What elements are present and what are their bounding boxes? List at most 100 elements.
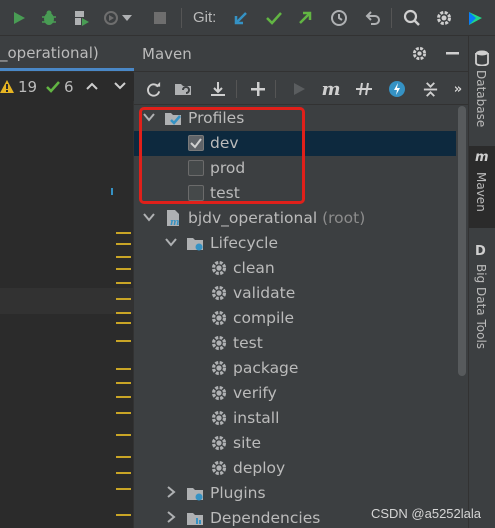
change-marker [116,340,131,342]
change-marker [116,232,131,234]
right-tool-stripe: Database m Maven D Big Data Tools [468,36,495,528]
project-suffix: (root) [322,209,366,227]
lifecycle-goal[interactable]: package [134,356,456,381]
maven-icon: m [475,150,489,165]
change-marker [116,488,131,490]
gear-icon [211,410,227,426]
lifecycle-goal[interactable]: verify [134,381,456,406]
change-marker [116,472,131,474]
caret-marker [111,188,113,195]
change-marker [116,412,131,414]
change-marker [116,322,131,324]
change-marker [116,282,131,284]
goal-label: clean [233,259,275,277]
run-icon[interactable] [8,7,30,29]
tree-node-label: Lifecycle [210,234,278,252]
chevron-down-icon[interactable] [164,235,178,249]
lifecycle-goal[interactable]: compile [134,306,456,331]
reload-icon[interactable] [142,78,164,100]
settings-gear-icon[interactable] [411,45,428,62]
big-data-tools-icon: D [475,244,486,259]
git-update-icon[interactable] [230,7,252,29]
editor-tab-label: _operational) [0,44,99,62]
tree-scrollbar[interactable] [458,106,466,376]
execute-goal-icon[interactable]: m [320,78,342,100]
lifecycle-goal[interactable]: clean [134,256,456,281]
current-line-highlight [0,288,134,314]
add-icon[interactable] [247,78,269,100]
skip-tests-icon[interactable] [386,78,408,100]
dependencies-folder-icon [187,513,203,525]
weak-warning-check-icon [46,81,60,93]
gear-icon [211,385,227,401]
git-label: Git: [193,9,217,26]
history-clock-icon[interactable] [328,7,350,29]
tab-underline [0,68,134,71]
lifecycle-goal[interactable]: deploy [134,456,456,481]
rollback-icon[interactable] [361,7,383,29]
tab-big-data-tools[interactable]: D Big Data Tools [469,240,495,370]
editor-area: _operational) 19 6 [0,36,134,528]
weak-warnings-count: 6 [64,78,74,96]
warnings-count: 19 [18,78,38,96]
annotation-highlight-box [139,107,305,204]
goal-label: verify [233,384,277,402]
search-icon[interactable] [401,7,423,29]
more-actions-icon[interactable]: » [447,78,469,100]
lifecycle-goal[interactable]: site [134,431,456,456]
goal-label: deploy [233,459,286,477]
goal-label: test [233,334,263,352]
lifecycle-goal[interactable]: install [134,406,456,431]
plugins-folder-icon [187,488,203,501]
minimize-icon[interactable] [446,52,459,55]
download-icon[interactable] [207,78,229,100]
toolbar-divider [275,80,276,98]
goal-label: package [233,359,299,377]
collapse-all-icon[interactable] [419,78,441,100]
toggle-offline-icon[interactable] [353,78,375,100]
gear-icon [211,285,227,301]
chevron-up-icon[interactable] [86,82,98,90]
editor-tab[interactable]: _operational) [0,36,134,72]
tab-maven[interactable]: m Maven [469,146,495,228]
tree-node-lifecycle[interactable]: Lifecycle [134,231,456,256]
change-marker [116,243,131,245]
chevron-right-icon[interactable] [164,510,178,524]
gear-icon [211,335,227,351]
tree-node-project[interactable]: m bjdv_operational (root) [134,206,456,231]
profile-icon[interactable] [101,7,123,29]
maven-toolbar: m » [134,73,468,105]
tab-database[interactable]: Database [469,36,495,132]
tree-node-plugins[interactable]: Plugins [134,481,456,506]
chevron-down-icon[interactable] [142,210,156,224]
generate-sources-icon[interactable] [172,78,194,100]
debug-icon[interactable] [38,7,60,29]
change-marker [116,514,131,516]
run-icon[interactable] [288,78,310,100]
change-marker [116,298,131,300]
git-commit-icon[interactable] [263,7,285,29]
change-marker [116,456,131,458]
git-push-icon[interactable] [294,7,316,29]
change-marker [116,396,131,398]
chevron-right-icon[interactable] [164,485,178,499]
maven-title: Maven [142,45,192,63]
tab-label: Big Data Tools [474,264,488,350]
run-with-coverage-icon[interactable] [70,7,92,29]
stop-icon[interactable] [149,7,171,29]
svg-text:m: m [170,218,180,227]
tab-label: Database [474,70,488,128]
inspection-widget[interactable]: 19 6 [0,73,134,101]
chevron-down-icon[interactable] [114,82,126,90]
toolbox-icon[interactable] [464,7,486,29]
lifecycle-goal[interactable]: test [134,331,456,356]
main-toolbar: Git: [0,0,495,36]
chevron-down-icon[interactable] [121,7,133,29]
change-marker [116,434,131,436]
gear-icon [211,310,227,326]
lifecycle-goal[interactable]: validate [134,281,456,306]
tree-node-label: Dependencies [210,509,321,527]
tab-label: Maven [474,172,488,212]
settings-gear-icon[interactable] [433,7,455,29]
goal-label: validate [233,284,296,302]
